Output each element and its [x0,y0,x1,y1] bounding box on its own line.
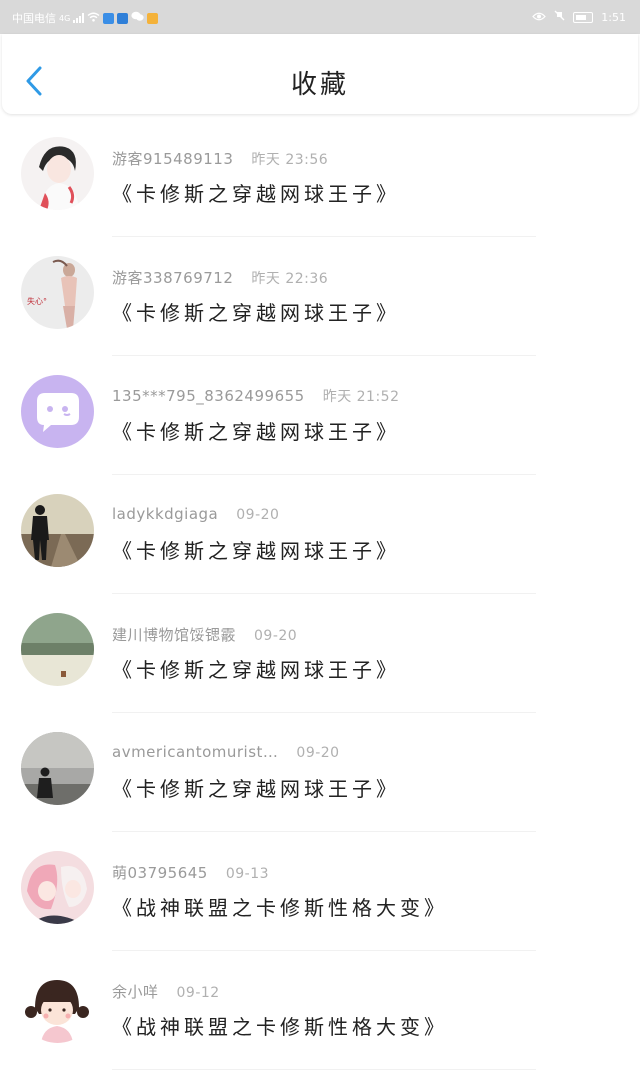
timestamp: 09-20 [296,745,340,761]
avatar[interactable] [21,851,94,924]
timestamp: 09-13 [225,866,270,882]
username[interactable]: 游客915489113 [112,148,233,169]
avatar[interactable] [21,970,94,1043]
username[interactable]: 135***795_8362499655 [112,387,305,405]
shield-app-icon [103,12,115,24]
orange-app-icon [147,12,159,24]
mute-icon [554,10,565,24]
timestamp: 昨天 23:56 [251,152,329,168]
item-meta: avmericantomurist… 09-20 [112,743,340,761]
nav-header: 收藏 [2,34,638,114]
status-bar: 中国电信 4G 1:51 [0,0,640,34]
item-meta: 游客338769712 昨天 22:36 [112,267,328,288]
username[interactable]: 余小咩 [112,981,159,1002]
timestamp: 09-20 [254,628,298,644]
list-item[interactable]: 游客915489113 昨天 23:56 《卡修斯之穿越网球王子》 [0,118,640,237]
list-item[interactable]: 135***795_8362499655 昨天 21:52 《卡修斯之穿越网球王… [0,356,640,475]
item-meta: 135***795_8362499655 昨天 21:52 [112,386,400,406]
cloud-app-icon [117,12,129,24]
work-title[interactable]: 《卡修斯之穿越网球王子》 [112,416,400,445]
username[interactable]: 萌03795645 [112,862,208,883]
page-title: 收藏 [290,70,349,100]
item-meta: 游客915489113 昨天 23:56 [112,148,328,169]
avatar[interactable] [21,375,94,448]
list-item[interactable]: 萌03795645 09-13 《战神联盟之卡修斯性格大变》 [0,832,640,951]
work-title[interactable]: 《卡修斯之穿越网球王子》 [112,297,400,326]
list-item[interactable]: 失心° 游客338769712 昨天 22:36 《卡修斯之穿越网球王子》 [0,237,640,356]
item-meta: 余小咩 09-12 [112,981,220,1002]
signal-icon [73,13,85,23]
network-label: 4G [59,13,71,23]
avatar-caption: 失心° [27,297,47,306]
status-right: 1:51 [532,10,626,24]
avatar[interactable] [21,613,94,686]
avatar[interactable] [21,732,94,805]
item-meta: ladykkdgiaga 09-20 [112,505,279,523]
username[interactable]: 游客338769712 [112,267,233,288]
wifi-icon [87,12,100,25]
list-item[interactable]: 余小咩 09-12 《战神联盟之卡修斯性格大变》 [0,951,640,1070]
work-title[interactable]: 《卡修斯之穿越网球王子》 [112,535,400,564]
username[interactable]: avmericantomurist… [112,743,278,761]
work-title[interactable]: 《战神联盟之卡修斯性格大变》 [112,1011,448,1040]
work-title[interactable]: 《卡修斯之穿越网球王子》 [112,773,400,802]
item-meta: 建川博物馆馁锶霰 09-20 [112,624,297,645]
status-left: 中国电信 4G [12,10,159,26]
work-title[interactable]: 《战神联盟之卡修斯性格大变》 [112,892,448,921]
list-item[interactable]: 建川博物馆馁锶霰 09-20 《卡修斯之穿越网球王子》 [0,594,640,713]
item-meta: 萌03795645 09-13 [112,862,269,883]
timestamp: 09-12 [176,985,220,1001]
list-item[interactable]: ladykkdgiaga 09-20 《卡修斯之穿越网球王子》 [0,475,640,594]
eye-icon [532,11,547,24]
avatar[interactable] [21,137,94,210]
timestamp: 昨天 22:36 [251,271,329,287]
carrier-label: 中国电信 [12,12,56,25]
favorites-list: 游客915489113 昨天 23:56 《卡修斯之穿越网球王子》 失心° 游客… [0,118,640,1070]
username[interactable]: ladykkdgiaga [112,505,218,523]
list-item[interactable]: avmericantomurist… 09-20 《卡修斯之穿越网球王子》 [0,713,640,832]
work-title[interactable]: 《卡修斯之穿越网球王子》 [112,178,400,207]
battery-icon [573,11,594,23]
timestamp: 09-20 [236,507,280,523]
work-title[interactable]: 《卡修斯之穿越网球王子》 [112,654,400,683]
avatar[interactable] [21,494,94,567]
wechat-icon [131,11,144,25]
clock: 1:51 [601,10,626,24]
timestamp: 昨天 21:52 [322,389,400,405]
avatar[interactable]: 失心° [21,256,94,329]
username[interactable]: 建川博物馆馁锶霰 [112,624,236,645]
